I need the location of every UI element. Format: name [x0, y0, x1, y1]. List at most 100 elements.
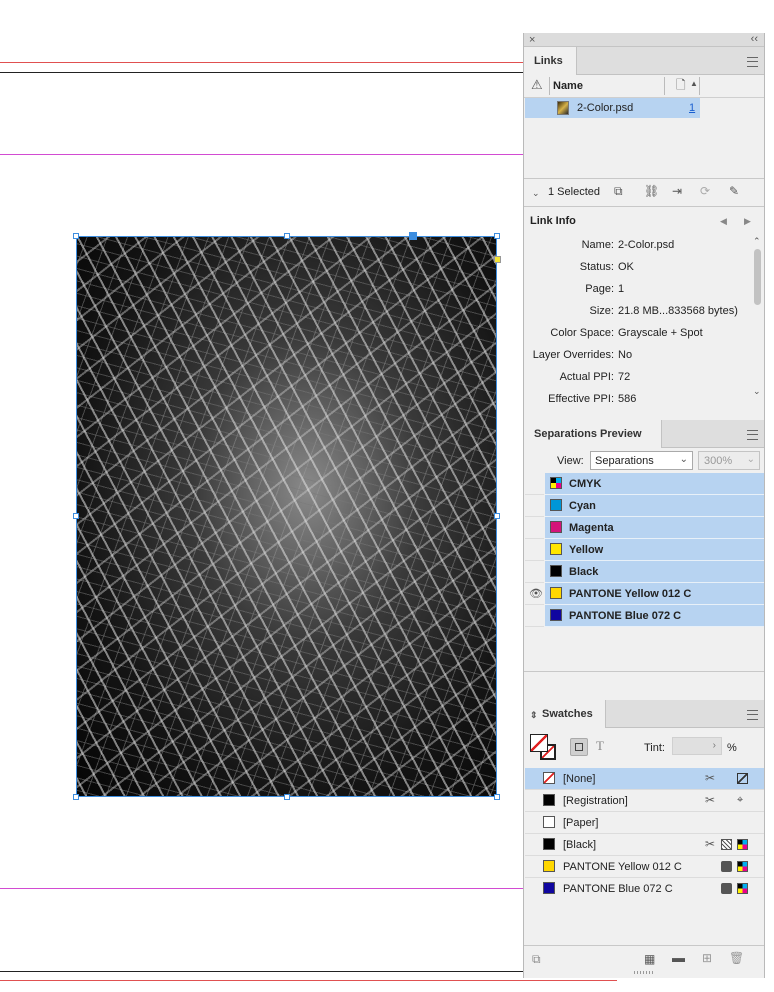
placed-image-frame[interactable]: [76, 236, 497, 797]
tab-links[interactable]: Links: [524, 47, 577, 75]
chevron-down-icon[interactable]: ⌄: [532, 187, 540, 199]
color-swatch: [543, 882, 555, 894]
tint-label: Tint:: [644, 742, 665, 754]
visibility-toggle-magenta[interactable]: [525, 517, 544, 539]
text-wrap-handle[interactable]: [494, 256, 501, 263]
swatch-row-pantone-yellow[interactable]: PANTONE Yellow 012 C: [525, 856, 764, 878]
eye-icon: 👁: [529, 588, 543, 600]
content-grabber-handle[interactable]: [409, 232, 417, 240]
link-row[interactable]: 2-Color.psd 1: [525, 98, 700, 118]
zoom-select-value: 300%: [704, 455, 733, 467]
frame-handle-tc[interactable]: [284, 233, 290, 239]
swatch-row-black[interactable]: [Black] ✂: [525, 834, 764, 856]
column-divider: [699, 77, 700, 95]
swatch-grid-icon[interactable]: ▦: [644, 953, 655, 965]
separation-name: PANTONE Yellow 012 C: [569, 588, 692, 600]
info-value: No: [618, 349, 633, 361]
link-page-number[interactable]: 1: [689, 102, 695, 114]
scroll-thumb[interactable]: [754, 249, 761, 305]
link-info-title: Link Info: [530, 215, 576, 227]
new-swatch-icon[interactable]: ⊞: [702, 952, 712, 964]
trash-icon[interactable]: 🗑: [729, 952, 744, 964]
formatting-text-icon[interactable]: T: [596, 739, 604, 752]
edit-original-icon[interactable]: ✎: [729, 185, 739, 197]
frame-handle-ml[interactable]: [73, 513, 79, 519]
view-label: View:: [557, 455, 584, 467]
swatch-row-pantone-blue[interactable]: PANTONE Blue 072 C: [525, 878, 764, 900]
collapse-icon[interactable]: ‹‹: [751, 33, 758, 45]
update-link-icon[interactable]: ⇥: [672, 185, 682, 197]
folder-icon[interactable]: ▬: [672, 951, 685, 964]
swatches-toolbar: T Tint: › %: [524, 728, 764, 764]
cmyk-mode-icon: [737, 883, 748, 894]
frame-handle-br[interactable]: [494, 794, 500, 800]
frame-handle-bc[interactable]: [284, 794, 290, 800]
none-swatch-icon: [543, 772, 555, 784]
column-name-label[interactable]: Name: [553, 80, 583, 92]
separation-row-pantone-yellow[interactable]: PANTONE Yellow 012 C: [545, 583, 764, 605]
scroll-down-icon[interactable]: ⌄: [753, 385, 761, 397]
frame-handle-mr[interactable]: [494, 513, 500, 519]
panel-menu-icon[interactable]: [747, 710, 758, 720]
visibility-toggle-yellow[interactable]: [525, 539, 544, 561]
visibility-toggle-black[interactable]: [525, 561, 544, 583]
frame-handle-bl[interactable]: [73, 794, 79, 800]
swatch-name: PANTONE Yellow 012 C: [563, 861, 682, 873]
sort-arrow-icon[interactable]: ▲: [690, 78, 698, 90]
no-edit-icon: ✂: [705, 793, 716, 807]
tab-separations-preview[interactable]: Separations Preview: [524, 420, 662, 448]
tint-input[interactable]: ›: [672, 737, 722, 755]
bleed-guide-top: [0, 62, 523, 63]
next-link-icon[interactable]: ▶: [744, 215, 751, 227]
prev-link-icon[interactable]: ◀: [720, 215, 727, 227]
swatch-row-paper[interactable]: [Paper]: [525, 812, 764, 834]
separation-row-pantone-blue[interactable]: PANTONE Blue 072 C: [545, 605, 764, 627]
spot-color-icon: [721, 883, 732, 894]
separation-name: Black: [569, 566, 599, 578]
view-select[interactable]: Separations ⌄: [590, 451, 693, 470]
frame-handle-tl[interactable]: [73, 233, 79, 239]
fill-box-icon: [530, 734, 548, 752]
separation-row-cyan[interactable]: Cyan: [545, 495, 764, 517]
visibility-toggle-pantone-yellow[interactable]: 👁: [525, 583, 544, 605]
scroll-up-icon[interactable]: ⌃: [753, 235, 761, 247]
resize-grip[interactable]: [634, 971, 654, 974]
updown-arrows-icon: ⇕: [530, 710, 538, 720]
link-info-scrollbar[interactable]: ⌃ ⌄: [751, 233, 763, 399]
column-divider: [549, 77, 550, 95]
go-to-link-icon[interactable]: ⛓: [644, 185, 659, 197]
visibility-toggle-pantone-blue[interactable]: [525, 605, 544, 627]
process-color-icon: [721, 839, 732, 850]
refresh-icon[interactable]: ⟳: [700, 185, 710, 197]
visibility-toggle-cyan[interactable]: [525, 495, 544, 517]
separation-row-magenta[interactable]: Magenta: [545, 517, 764, 539]
info-value: 1: [618, 283, 625, 295]
relink-icon[interactable]: ⧉: [614, 185, 623, 197]
panel-menu-icon[interactable]: [747, 430, 758, 440]
swatch-list: [None] ✂ [Registration] ✂ ⌖ [Paper] [Bla…: [524, 768, 764, 904]
zoom-select[interactable]: 300% ⌄: [698, 451, 760, 470]
info-row-name: Name: 2-Color.psd: [524, 239, 750, 255]
frame-handle-tr[interactable]: [494, 233, 500, 239]
tab-swatches[interactable]: ⇕ Swatches: [524, 700, 606, 728]
formatting-container-button[interactable]: [570, 738, 588, 756]
info-row-color-space: Color Space: Grayscale + Spot: [524, 327, 750, 343]
separation-row-yellow[interactable]: Yellow: [545, 539, 764, 561]
color-swatch: [550, 543, 562, 555]
color-swatch: [550, 521, 562, 533]
page-edge-top: [0, 72, 523, 73]
swatch-row-none[interactable]: [None] ✂: [525, 768, 764, 790]
color-swatch: [550, 499, 562, 511]
separation-name: Yellow: [569, 544, 604, 556]
close-icon[interactable]: ×: [529, 34, 535, 46]
separation-row-cmyk[interactable]: CMYK: [545, 473, 764, 495]
fill-stroke-icon[interactable]: [530, 734, 558, 762]
swatch-row-registration[interactable]: [Registration] ✂ ⌖: [525, 790, 764, 812]
tint-unit: %: [727, 742, 737, 754]
swatch-views-icon[interactable]: ⧉: [532, 953, 541, 965]
panel-menu-icon[interactable]: [747, 57, 758, 67]
page-sort-icon[interactable]: 🗋: [676, 79, 686, 91]
separation-row-black[interactable]: Black: [545, 561, 764, 583]
chevron-right-icon[interactable]: ›: [713, 740, 716, 752]
visibility-toggle-cmyk[interactable]: [525, 473, 544, 495]
